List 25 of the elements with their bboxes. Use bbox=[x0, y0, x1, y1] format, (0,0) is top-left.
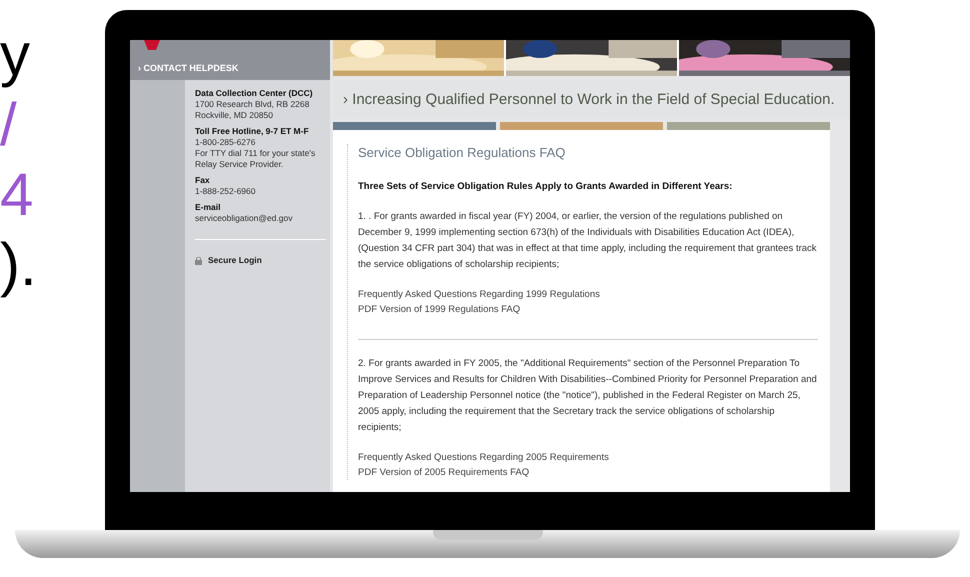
faq-link[interactable]: Frequently Asked Questions Regarding 1999 Regulations bbox=[358, 287, 818, 302]
contact-heading: Toll Free Hotline, 9-7 ET M-F bbox=[195, 126, 310, 137]
contact-text: serviceobligation@ed.gov bbox=[195, 213, 294, 224]
contact-heading: Fax bbox=[195, 175, 211, 186]
page-title: Service Obligation Regulations FAQ bbox=[358, 144, 566, 162]
faq-link[interactable]: PDF Version of 2005 Requirements FAQ bbox=[358, 465, 818, 480]
slide-text: ). bbox=[0, 230, 37, 300]
contact-heading: Data Collection Center (DCC) bbox=[195, 88, 314, 99]
section-paragraph: 2. For grants awarded in FY 2005, the "Additional Requirements" section of the Personnel Preparation To Improve Services and Results for Children With Disabilities--Combined Priority for Personnel Preparation and Preparation of Leadership Personnel notice (the "notice"), published in the Federal Register on March 25, 2005 apply, including the requirement that the Secretary track the service obligations of scholarship recipients; bbox=[358, 357, 818, 435]
slide-text: / bbox=[0, 90, 18, 160]
contact-text: 1-800-285-6276 bbox=[195, 137, 256, 148]
lock-icon bbox=[195, 256, 202, 264]
intro-heading: Three Sets of Service Obligation Rules Apply to Grants Awarded in Different Years: bbox=[358, 180, 734, 193]
secure-login-link[interactable]: Secure Login bbox=[195, 255, 326, 266]
slide-text: y bbox=[0, 20, 31, 90]
contact-text: 1700 Research Blvd, RB 2268 bbox=[195, 99, 310, 110]
contact-text: For TTY dial 711 for your state's Relay Service Provider. bbox=[195, 148, 316, 170]
slide-text: 4 bbox=[0, 160, 34, 230]
faq-link[interactable]: PDF Version of 1999 Regulations FAQ bbox=[358, 302, 818, 317]
contact-heading: E-mail bbox=[195, 202, 222, 213]
faq-link[interactable]: Frequently Asked Questions Regarding 2005 Requirements bbox=[358, 450, 818, 465]
logo-icon bbox=[144, 40, 160, 50]
section-paragraph: 1. . For grants awarded in fiscal year (FY) 2004, or earlier, the version of the regulations published on December 9, 1999 implementing section 673(h) of the Individuals with Disabilities Education Act (IDEA), (Question 34 CFR part 304) that was in effect at that time apply, including the requirement that grantees track the service obligations of scholarship recipients; bbox=[358, 210, 818, 272]
contact-text: 1-888-252-6960 bbox=[195, 186, 256, 197]
contact-text: Rockville, MD 20850 bbox=[195, 110, 274, 121]
